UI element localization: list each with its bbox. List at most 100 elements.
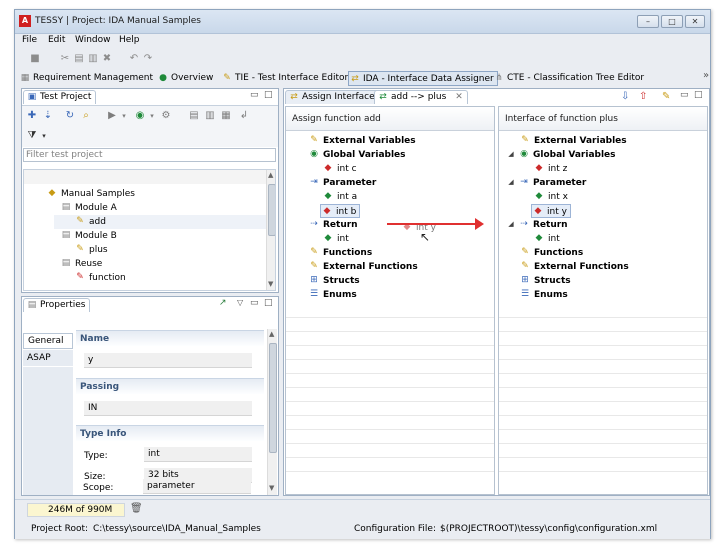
perspective-requirement-management[interactable]: ▦ Requirement Management (19, 71, 153, 86)
scroll-up-icon[interactable]: ▲ (268, 171, 273, 179)
coverage-icon[interactable]: ◉ (134, 110, 146, 122)
perspective-cte[interactable]: ⋔ CTE - Classification Tree Editor (493, 71, 644, 86)
print-icon[interactable]: ▦ (220, 110, 232, 122)
delete-icon[interactable]: ✖ (101, 53, 113, 65)
tree-item-reuse[interactable]: ▤ Reuse (60, 257, 103, 271)
tree-item-function[interactable]: ✎ function (74, 271, 126, 285)
run-icon[interactable]: ▶ (106, 110, 118, 122)
scope-field[interactable]: parameter (143, 479, 251, 494)
tree-item-manual-samples[interactable]: ◆ Manual Samples (46, 187, 135, 201)
analyze-icon[interactable]: ⌕ (80, 110, 92, 122)
pin-icon[interactable]: ↗ (219, 298, 227, 308)
forward-icon[interactable]: ↷ (142, 53, 154, 65)
view-menu-icon[interactable]: ▽ (237, 298, 243, 307)
minimize-button[interactable]: – (637, 15, 659, 28)
expand-icon[interactable]: ◢ (507, 177, 515, 188)
scroll-thumb[interactable] (268, 184, 275, 236)
maximize-view-icon[interactable]: □ (264, 90, 273, 100)
close-button[interactable]: ✕ (685, 15, 705, 28)
right-external-functions[interactable]: ✎ External Functions (519, 260, 628, 274)
expand-icon[interactable]: ◢ (507, 219, 515, 230)
maximize-view-icon[interactable]: □ (694, 90, 703, 100)
tab-assign-interface[interactable]: ⇄ Assign Interface (285, 90, 380, 104)
right-return-int[interactable]: ◆ int (533, 232, 560, 246)
tab-asap[interactable]: ASAP (23, 350, 73, 366)
tools-icon[interactable]: ⚙ (160, 110, 172, 122)
left-parameter[interactable]: ⇥ Parameter (308, 176, 376, 190)
properties-scrollbar[interactable]: ▲ ▼ (267, 329, 277, 495)
right-structs[interactable]: ⊞ Structs (519, 274, 570, 288)
right-parameter[interactable]: ◢ ⇥ Parameter (507, 176, 586, 190)
left-enums[interactable]: ☰ Enums (308, 288, 357, 302)
name-section-header[interactable]: Name (76, 330, 264, 346)
import-icon[interactable]: ⇣ (42, 110, 54, 122)
tab-add-plus[interactable]: ⇄ add --> plus ✕ (374, 90, 468, 104)
tree-item-plus[interactable]: ✎ plus (74, 243, 107, 257)
maximize-button[interactable]: □ (661, 15, 683, 28)
left-external-variables[interactable]: ✎ External Variables (308, 134, 415, 148)
unassign-icon[interactable]: ⇧ (639, 91, 647, 102)
left-structs[interactable]: ⊞ Structs (308, 274, 359, 288)
assign-auto-icon[interactable]: ⇩ (621, 91, 629, 102)
tree-item-module-b[interactable]: ▤ Module B (60, 229, 117, 243)
right-int-y[interactable]: ◆ int y (531, 204, 571, 218)
report-icon[interactable]: ▤ (188, 110, 200, 122)
passing-section-header[interactable]: Passing (76, 378, 264, 394)
menu-help[interactable]: Help (119, 35, 140, 45)
left-functions[interactable]: ✎ Functions (308, 246, 372, 260)
run-dropdown-icon[interactable]: ▾ (118, 110, 130, 122)
back-icon[interactable]: ↶ (128, 53, 140, 65)
right-enums[interactable]: ☰ Enums (519, 288, 568, 302)
filter-input[interactable]: Filter test project (23, 148, 276, 162)
minimize-view-icon[interactable]: ▭ (680, 90, 689, 100)
trash-icon[interactable]: 🗑 (130, 503, 143, 514)
tab-test-project[interactable]: ▣ Test Project (23, 90, 97, 104)
paste-icon[interactable]: ▥ (87, 53, 99, 65)
tree-item-module-a[interactable]: ▤ Module A (60, 201, 117, 215)
undo-icon[interactable]: ↲ (238, 110, 250, 122)
left-int-b[interactable]: ◆ int b (320, 204, 361, 218)
menu-window[interactable]: Window (75, 35, 111, 45)
tree-item-add[interactable]: ✎ add (54, 215, 266, 229)
coverage-dropdown-icon[interactable]: ▾ (146, 110, 158, 122)
export-icon[interactable]: ▥ (204, 110, 216, 122)
left-global-variables[interactable]: ◉ Global Variables (308, 148, 405, 162)
scroll-down-icon[interactable]: ▼ (269, 484, 274, 492)
perspective-overview[interactable]: ● Overview (157, 71, 213, 86)
memory-indicator[interactable]: 246M of 990M (27, 503, 125, 517)
save-icon[interactable]: ■ (29, 53, 41, 65)
more-perspectives-icon[interactable]: » (703, 70, 709, 81)
left-external-functions[interactable]: ✎ External Functions (308, 260, 417, 274)
menu-file[interactable]: File (22, 35, 37, 45)
scroll-down-icon[interactable]: ▼ (268, 280, 273, 288)
perspective-ida[interactable]: ⇄ IDA - Interface Data Assigner (348, 71, 498, 86)
left-int-c[interactable]: ◆ int c (322, 162, 357, 176)
right-functions[interactable]: ✎ Functions (519, 246, 583, 260)
menu-edit[interactable]: Edit (48, 35, 65, 45)
maximize-view-icon[interactable]: □ (264, 298, 273, 308)
tree-scrollbar[interactable]: ▲ ▼ (266, 170, 275, 290)
close-tab-icon[interactable]: ✕ (455, 92, 463, 102)
edit-icon[interactable]: ✎ (662, 91, 670, 102)
perspective-tie[interactable]: ✎ TIE - Test Interface Editor (221, 71, 348, 86)
name-field[interactable]: y (84, 353, 252, 368)
filter-dropdown-icon[interactable]: ▾ (38, 130, 50, 142)
right-global-variables[interactable]: ◢ ◉ Global Variables (507, 148, 615, 162)
right-return[interactable]: ◢ ⇢ Return (507, 218, 567, 232)
left-return-int[interactable]: ◆ int (322, 232, 349, 246)
cut-icon[interactable]: ✂ (59, 53, 71, 65)
new-item-icon[interactable]: ✚ (26, 110, 38, 122)
left-int-a[interactable]: ◆ int a (322, 190, 358, 204)
type-field[interactable]: int (144, 447, 252, 462)
expand-icon[interactable]: ◢ (507, 149, 515, 160)
tab-properties[interactable]: ▤ Properties (23, 298, 91, 312)
right-external-variables[interactable]: ✎ External Variables (519, 134, 626, 148)
typeinfo-section-header[interactable]: Type Info (76, 425, 264, 441)
tab-general[interactable]: General (23, 333, 73, 349)
minimize-view-icon[interactable]: ▭ (250, 298, 259, 308)
scroll-thumb[interactable] (269, 343, 277, 453)
copy-icon[interactable]: ▤ (73, 53, 85, 65)
left-return[interactable]: ⇢ Return (308, 218, 357, 232)
right-int-x[interactable]: ◆ int x (533, 190, 568, 204)
refresh-icon[interactable]: ↻ (64, 110, 76, 122)
